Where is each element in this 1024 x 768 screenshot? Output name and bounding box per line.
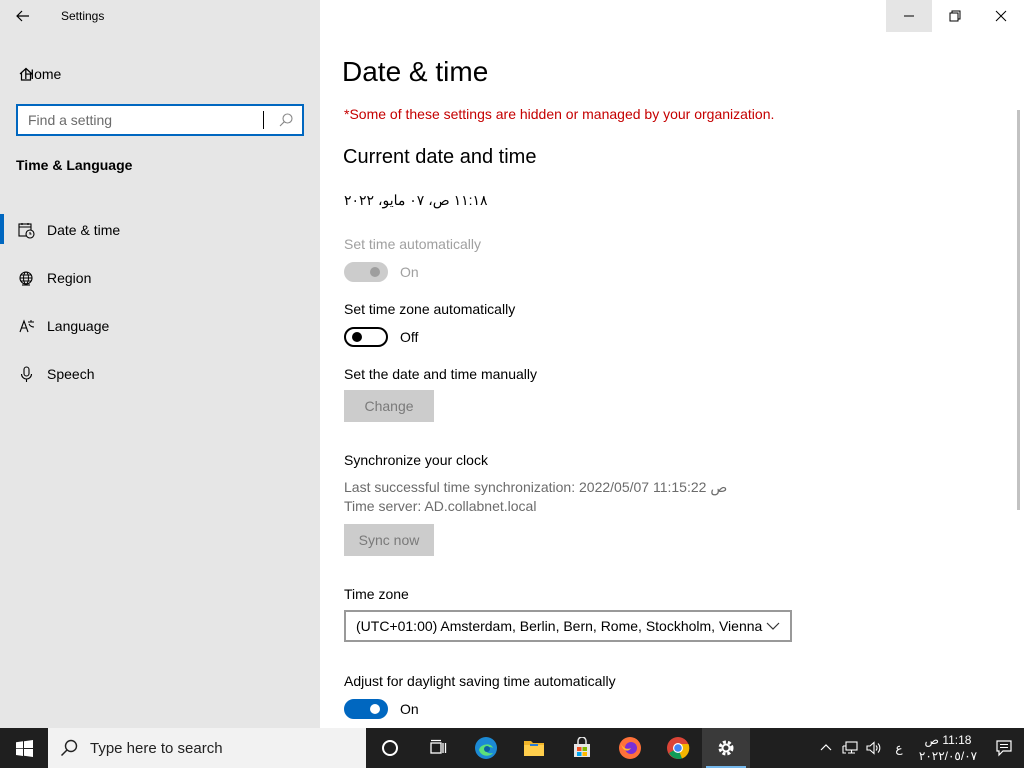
search-icon[interactable] — [278, 112, 294, 131]
sidebar: Settings Home Time & Language Date & tim… — [0, 0, 320, 728]
dst-label: Adjust for daylight saving time automati… — [344, 673, 616, 689]
minimize-button[interactable] — [886, 0, 932, 32]
manual-datetime-label: Set the date and time manually — [344, 366, 538, 382]
sidebar-item-speech[interactable]: Speech — [0, 350, 320, 398]
task-view-button[interactable] — [414, 728, 462, 768]
windows-logo-icon — [15, 739, 33, 757]
home-label: Home — [24, 66, 62, 82]
clock-time: 11:18 ص — [924, 733, 972, 747]
notification-center-button[interactable] — [984, 728, 1024, 768]
toggle-state: On — [400, 701, 419, 717]
chevron-up-icon — [820, 744, 832, 751]
toggle-knob — [370, 267, 380, 277]
section-title: Current date and time — [343, 146, 537, 168]
cortana-icon — [382, 740, 398, 756]
globe-icon — [17, 269, 35, 287]
store-bag-icon — [574, 737, 590, 757]
folder-icon — [524, 741, 544, 756]
back-arrow-icon — [16, 10, 29, 22]
firefox-button[interactable] — [606, 728, 654, 768]
managed-notice: *Some of these settings are hidden or ma… — [344, 106, 775, 122]
clock-date: ٢٠٢٢/٠٥/٠٧ — [918, 749, 978, 763]
app-title: Settings — [61, 9, 105, 23]
set-time-auto-toggle[interactable] — [344, 262, 388, 282]
set-tz-auto-label: Set time zone automatically — [344, 301, 516, 317]
speaker-icon — [866, 741, 881, 755]
close-icon — [995, 10, 1007, 22]
timezone-dropdown[interactable]: (UTC+01:00) Amsterdam, Berlin, Bern, Rom… — [344, 610, 792, 642]
toggle-knob — [370, 704, 380, 714]
toggle-knob — [352, 332, 362, 342]
taskbar-search-text: Type here to search — [90, 739, 223, 757]
set-time-auto-row: On — [344, 262, 419, 282]
store-button[interactable] — [558, 728, 606, 768]
language-icon — [17, 317, 35, 335]
taskbar: Type here to search ع 11:18 ص ٢٠٢٢/٠٥/٠٧ — [0, 728, 1024, 768]
chrome-button[interactable] — [654, 728, 702, 768]
network-button[interactable] — [838, 728, 862, 768]
set-time-auto-label: Set time automatically — [344, 236, 481, 252]
start-button[interactable] — [0, 728, 48, 768]
close-button[interactable] — [978, 0, 1024, 32]
network-icon — [842, 741, 858, 754]
timezone-value: (UTC+01:00) Amsterdam, Berlin, Bern, Rom… — [356, 618, 763, 634]
gear-icon — [718, 740, 734, 756]
search-input[interactable] — [28, 112, 258, 128]
restore-button[interactable] — [932, 0, 978, 32]
microphone-icon — [17, 365, 35, 383]
dst-row: On — [344, 699, 419, 719]
chrome-icon — [667, 737, 690, 759]
scrollbar[interactable] — [1017, 110, 1020, 510]
minimize-icon — [904, 15, 914, 17]
text-cursor — [263, 111, 264, 129]
page-title: Date & time — [342, 56, 489, 87]
current-datetime: ١١:١٨ ص، ٠٧ مايو، ٢٠٢٢ — [344, 192, 488, 208]
volume-button[interactable] — [862, 728, 886, 768]
sync-title: Synchronize your clock — [344, 452, 488, 468]
sidebar-item-date-time[interactable]: Date & time — [0, 206, 320, 254]
dst-toggle[interactable] — [344, 699, 388, 719]
change-button[interactable]: Change — [344, 390, 434, 422]
sidebar-item-label: Speech — [47, 366, 95, 382]
last-sync-text: Last successful time synchronization: ص … — [344, 479, 728, 495]
main-content: Date & time *Some of these settings are … — [320, 32, 1024, 728]
toggle-state: On — [400, 264, 419, 280]
taskbar-clock[interactable]: 11:18 ص ٢٠٢٢/٠٥/٠٧ — [912, 732, 984, 764]
notification-icon — [996, 740, 1012, 757]
calendar-clock-icon — [17, 221, 35, 239]
restore-icon — [949, 10, 961, 22]
settings-search-box[interactable] — [16, 104, 304, 136]
timezone-label: Time zone — [344, 586, 409, 602]
file-explorer-button[interactable] — [510, 728, 558, 768]
set-tz-auto-toggle[interactable] — [344, 327, 388, 347]
title-bar: Settings — [0, 0, 320, 32]
edge-button[interactable] — [462, 728, 510, 768]
back-button[interactable] — [0, 0, 46, 32]
set-tz-auto-row: Off — [344, 327, 418, 347]
system-tray: ع 11:18 ص ٢٠٢٢/٠٥/٠٧ — [814, 728, 1024, 768]
sidebar-item-label: Date & time — [47, 222, 121, 238]
time-server-text: Time server: AD.collabnet.local — [344, 498, 537, 514]
sidebar-item-language[interactable]: Language — [0, 302, 320, 350]
chevron-down-icon — [766, 619, 780, 636]
sidebar-nav: Date & time Region Language Speech — [0, 206, 320, 398]
sidebar-section-title: Time & Language — [16, 157, 133, 173]
firefox-icon — [619, 737, 641, 759]
task-view-icon — [430, 739, 447, 754]
input-language-indicator[interactable]: ع — [886, 741, 912, 755]
settings-taskbar-button[interactable] — [702, 728, 750, 768]
search-icon — [60, 739, 78, 757]
home-nav-item[interactable]: Home — [0, 56, 320, 92]
show-hidden-icons-button[interactable] — [814, 728, 838, 768]
sidebar-item-label: Language — [47, 318, 110, 334]
cortana-button[interactable] — [366, 728, 414, 768]
taskbar-search[interactable]: Type here to search — [48, 728, 366, 768]
sync-now-button[interactable]: Sync now — [344, 524, 434, 556]
sidebar-item-region[interactable]: Region — [0, 254, 320, 302]
edge-icon — [475, 737, 497, 759]
sidebar-item-label: Region — [47, 270, 92, 286]
toggle-state: Off — [400, 329, 419, 345]
